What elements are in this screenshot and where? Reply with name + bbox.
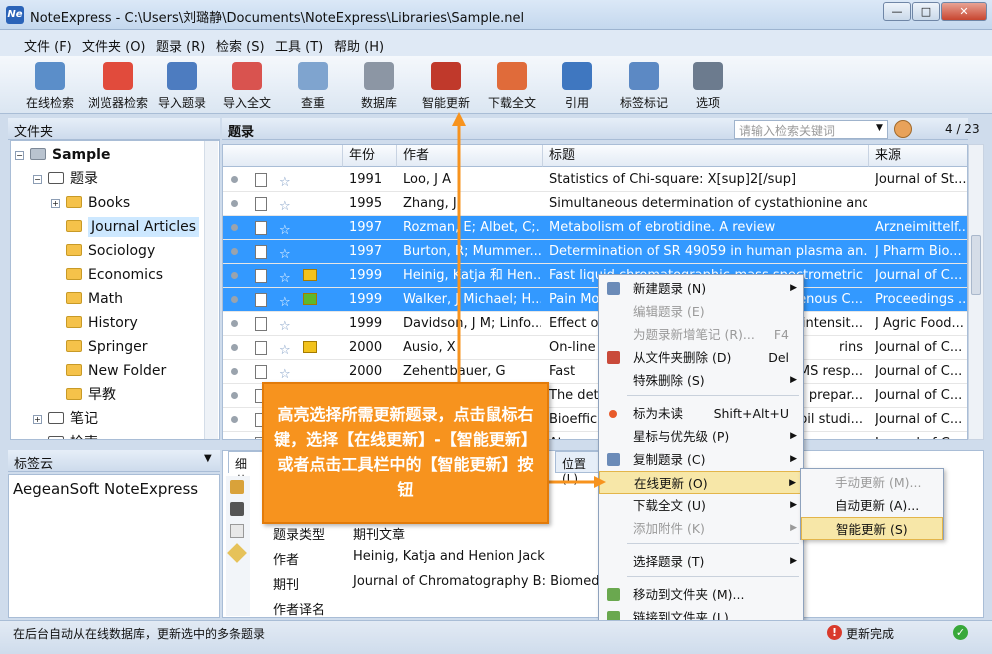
annotation-arrows: [452, 112, 606, 488]
instruction-callout: 高亮选择所需更新题录，点击鼠标右键，选择【在线更新】-【智能更新】或者点击工具栏…: [262, 382, 549, 524]
arrow-head-toolbar: [452, 112, 466, 126]
arrow-head-menu: [594, 476, 606, 488]
update-status: 更新完成: [846, 627, 895, 641]
error-status-icon[interactable]: !: [827, 625, 842, 640]
status-message: 在后台自动从在线数据库，更新选中的多条题录: [13, 627, 266, 641]
ok-status-icon[interactable]: ✓: [953, 625, 968, 640]
